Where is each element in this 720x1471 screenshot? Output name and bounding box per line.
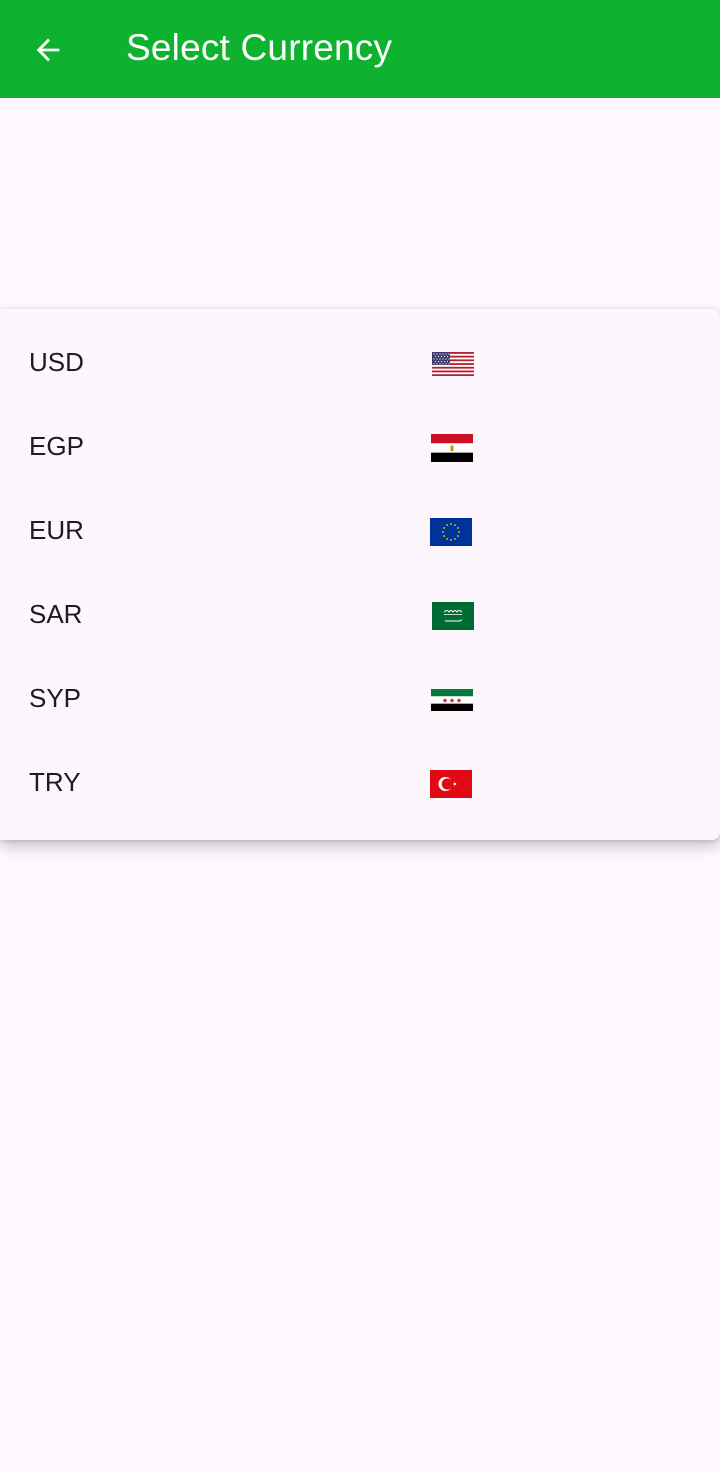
currency-item-try[interactable]: TRY: [0, 741, 720, 825]
page-title: Select Currency: [126, 27, 393, 68]
currency-code: USD: [29, 347, 84, 377]
app-bar: Select Currency: [0, 0, 720, 98]
currency-code: TRY: [29, 767, 81, 797]
eu-flag-icon: [430, 518, 472, 546]
back-button[interactable]: [22, 24, 74, 76]
currency-item-sar[interactable]: SAR: [0, 573, 720, 657]
currency-item-egp[interactable]: EGP: [0, 405, 720, 489]
syria-flag-icon: [431, 689, 473, 711]
currency-code: EGP: [29, 431, 84, 461]
arrow-left-icon: [36, 38, 60, 62]
currency-item-eur[interactable]: EUR: [0, 489, 720, 573]
currency-item-usd[interactable]: USD: [0, 321, 720, 405]
currency-list: USD EGP EUR SAR SYP TRY: [0, 309, 720, 840]
egypt-flag-icon: [431, 434, 473, 462]
currency-code: EUR: [29, 515, 84, 545]
currency-item-syp[interactable]: SYP: [0, 657, 720, 741]
saudi-flag-icon: [432, 602, 474, 630]
currency-code: SYP: [29, 683, 82, 713]
us-flag-icon: [432, 352, 474, 376]
turkey-flag-icon: [430, 770, 472, 798]
currency-code: SAR: [29, 599, 83, 629]
